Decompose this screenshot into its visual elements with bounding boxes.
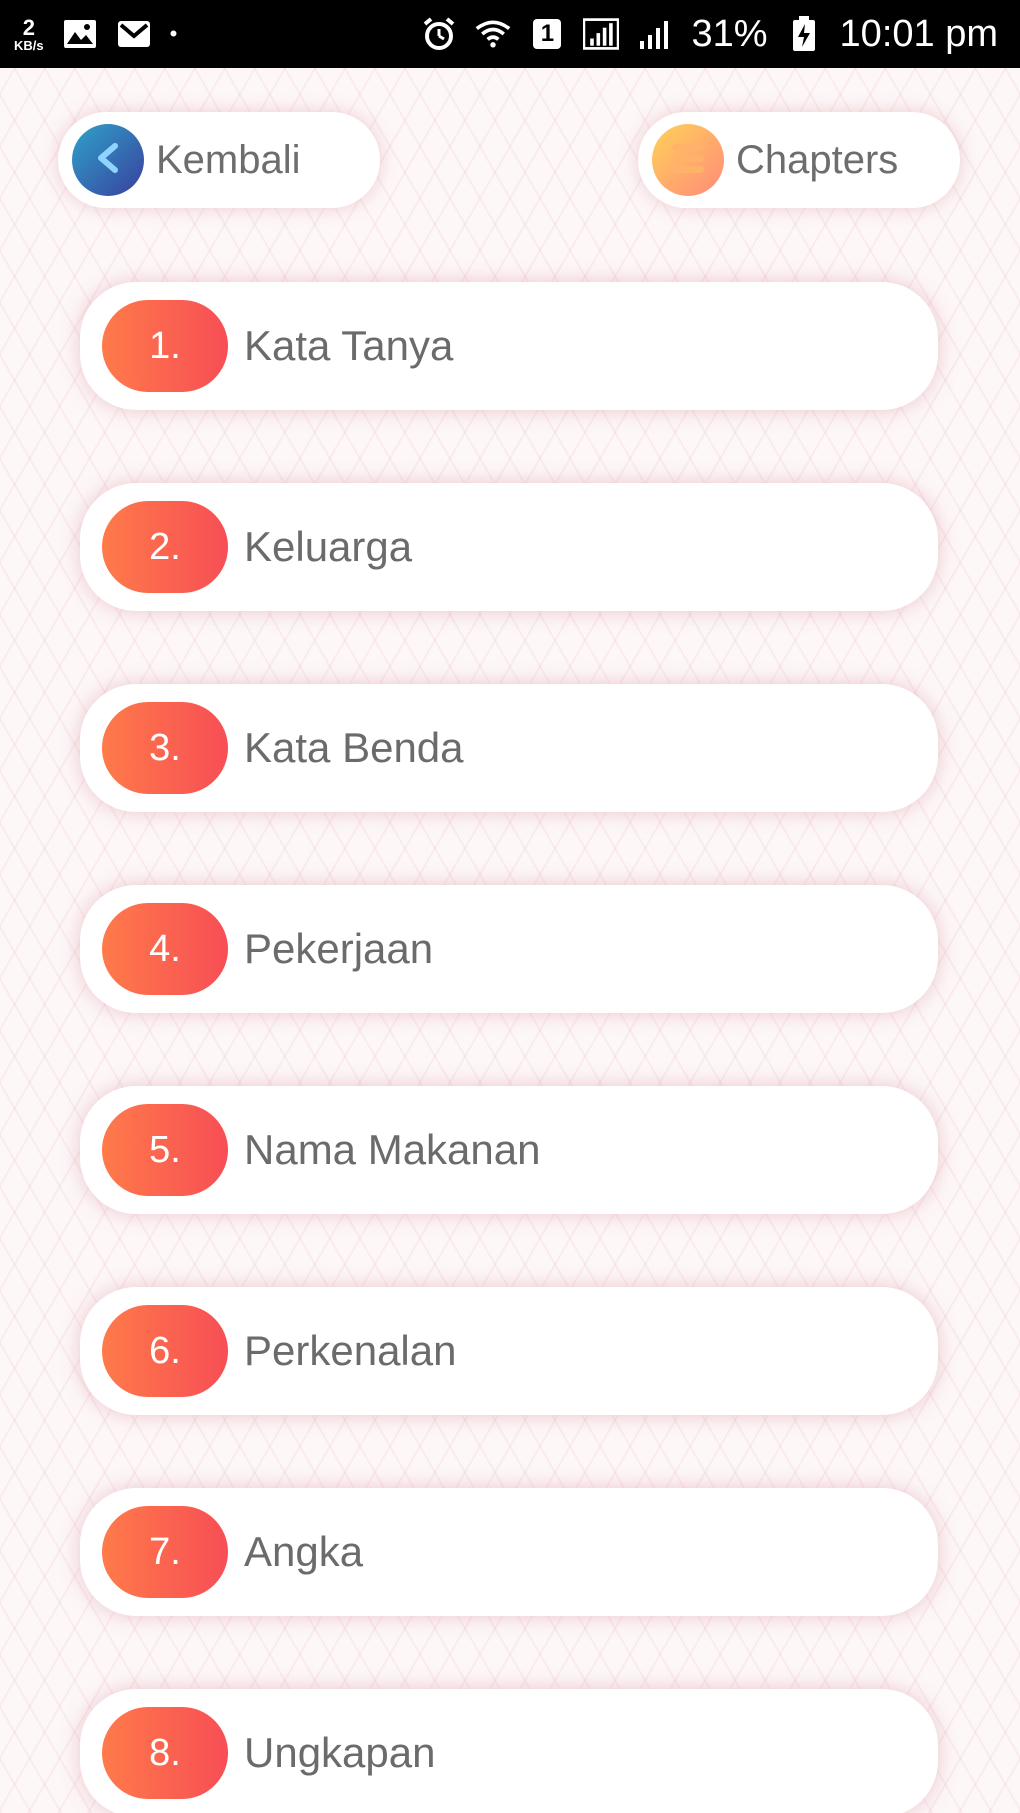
chapter-item-8[interactable]: 8. Ungkapan	[80, 1689, 938, 1813]
signal-icon	[583, 18, 620, 50]
network-speed-value: 2	[22, 14, 35, 40]
chapter-number-badge: 2.	[102, 501, 228, 593]
chapters-circle	[652, 124, 724, 196]
back-circle	[72, 124, 144, 196]
sim-slot-number: 1	[540, 20, 555, 47]
signal-2-icon	[637, 19, 673, 49]
chapter-number-badge: 1.	[102, 300, 228, 392]
app-screen: Kembali Chapters 1. Kata Tanya 2. Keluar…	[0, 68, 1020, 1813]
clock: 10:01 pm	[839, 12, 998, 55]
chapter-number-badge: 7.	[102, 1506, 228, 1598]
chevron-left-icon	[88, 138, 128, 183]
chapters-label: Chapters	[736, 137, 899, 182]
network-speed-unit: KB/s	[14, 37, 44, 53]
notification-dot-icon: •	[169, 21, 178, 46]
chapter-item-4[interactable]: 4. Pekerjaan	[80, 885, 938, 1013]
battery-percent: 31%	[691, 12, 768, 55]
menu-icon	[668, 138, 708, 183]
chapter-item-5[interactable]: 5. Nama Makanan	[80, 1086, 938, 1214]
chapter-title: Keluarga	[244, 523, 413, 570]
status-bar: 2 KB/s • 1 31% 10:01 pm	[0, 0, 1020, 68]
chapter-number-badge: 5.	[102, 1104, 228, 1196]
chapter-title: Pekerjaan	[244, 925, 434, 972]
gallery-icon	[62, 19, 98, 49]
chapters-button[interactable]: Chapters	[638, 112, 960, 208]
mail-icon	[116, 19, 152, 49]
back-button[interactable]: Kembali	[58, 112, 380, 208]
status-right: 1 31% 10:01 pm	[421, 13, 998, 56]
chapter-title: Kata Benda	[244, 724, 464, 771]
status-left: 2 KB/s •	[14, 14, 178, 53]
wifi-icon	[475, 19, 511, 49]
chapter-title: Ungkapan	[244, 1729, 436, 1776]
chapter-title: Angka	[244, 1528, 364, 1575]
battery-charging-icon	[786, 16, 822, 51]
sim-slot-icon: 1	[529, 19, 565, 49]
chapter-item-3[interactable]: 3. Kata Benda	[80, 684, 938, 812]
chapter-number-badge: 8.	[102, 1707, 228, 1799]
back-label: Kembali	[156, 137, 301, 182]
chapter-item-2[interactable]: 2. Keluarga	[80, 483, 938, 611]
alarm-icon	[421, 17, 457, 50]
network-speed: 2 KB/s	[14, 14, 44, 53]
chapter-item-1[interactable]: 1. Kata Tanya	[80, 282, 938, 410]
chapter-item-6[interactable]: 6. Perkenalan	[80, 1287, 938, 1415]
chapter-title: Nama Makanan	[244, 1126, 541, 1173]
chapter-number-badge: 6.	[102, 1305, 228, 1397]
chapter-item-7[interactable]: 7. Angka	[80, 1488, 938, 1616]
chapter-title: Kata Tanya	[244, 322, 454, 369]
chapter-number-badge: 4.	[102, 903, 228, 995]
chapter-title: Perkenalan	[244, 1327, 457, 1374]
chapter-number-badge: 3.	[102, 702, 228, 794]
